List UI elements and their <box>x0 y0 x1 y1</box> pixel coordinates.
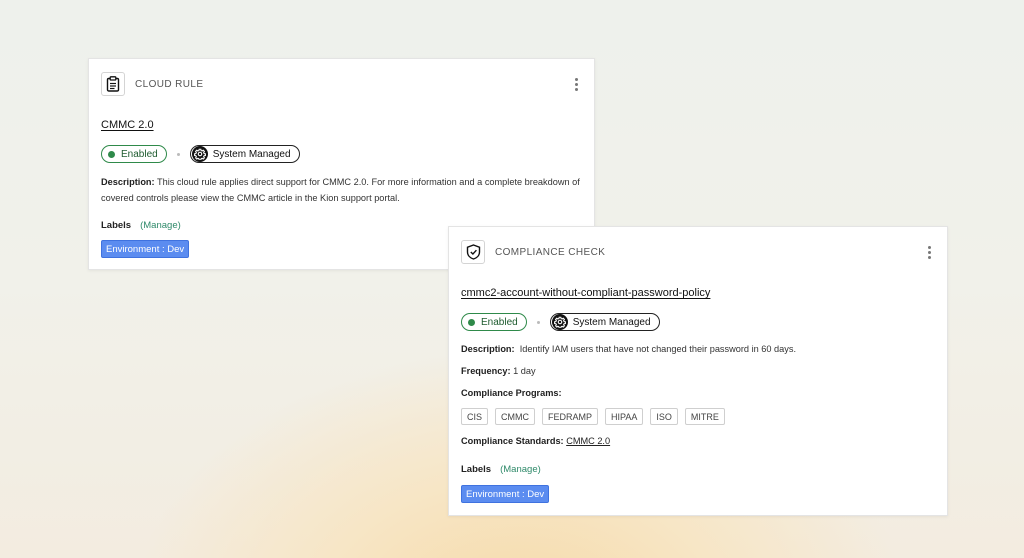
compliance-check-card: COMPLIANCE CHECK cmmc2-account-without-c… <box>448 226 948 516</box>
description: Description: Identify IAM users that hav… <box>461 341 933 357</box>
program-tag: CIS <box>461 408 489 425</box>
system-managed-badge: System Managed <box>549 313 660 331</box>
status-badges: Enabled System Managed <box>101 145 300 163</box>
program-tag: CMMC <box>495 408 536 425</box>
separator-dot <box>536 320 540 324</box>
frequency-value: 1 day <box>513 366 536 376</box>
system-managed-badge: System Managed <box>189 145 300 163</box>
kebab-menu-icon[interactable] <box>923 242 935 262</box>
description-text: Identify IAM users that have not changed… <box>519 344 797 354</box>
card-type-label: CLOUD RULE <box>135 78 204 90</box>
compliance-standards-label: Compliance Standards: <box>461 436 564 446</box>
compliance-programs-list: CIS CMMC FEDRAMP HIPAA ISO MITRE <box>461 408 725 425</box>
compliance-programs-label: Compliance Programs: <box>461 388 562 398</box>
program-tag: FEDRAMP <box>542 408 599 425</box>
enabled-label: Enabled <box>121 148 158 160</box>
description-text: This cloud rule applies direct support f… <box>101 177 580 203</box>
compliance-standard-link[interactable]: CMMC 2.0 <box>566 436 610 446</box>
compliance-check-title-link[interactable]: cmmc2-account-without-compliant-password… <box>461 287 710 299</box>
program-tag: ISO <box>650 408 678 425</box>
description-label: Description: <box>101 177 155 187</box>
environment-label-tag[interactable]: Environment : Dev <box>461 485 550 503</box>
shield-check-icon <box>461 240 485 264</box>
manage-labels-link[interactable]: (Manage) <box>500 464 541 475</box>
card-header: CLOUD RULE <box>101 71 582 97</box>
clipboard-icon <box>101 72 125 96</box>
compliance-programs-heading: Compliance Programs: <box>461 385 933 401</box>
frequency-label: Frequency: <box>461 366 511 376</box>
system-managed-label: System Managed <box>572 316 651 328</box>
enabled-badge: Enabled <box>101 145 167 163</box>
environment-label-tag[interactable]: Environment : Dev <box>101 240 190 258</box>
description: Description: This cloud rule applies dir… <box>101 174 580 206</box>
labels-row: Labels (Manage) <box>461 464 541 475</box>
labels-heading: Labels <box>461 464 492 475</box>
gear-icon <box>191 146 208 162</box>
program-tag: MITRE <box>684 408 725 425</box>
frequency: Frequency: 1 day <box>461 363 933 379</box>
enabled-label: Enabled <box>481 316 518 328</box>
card-header: COMPLIANCE CHECK <box>461 239 935 265</box>
compliance-standards: Compliance Standards: CMMC 2.0 <box>461 433 933 449</box>
system-managed-label: System Managed <box>212 148 291 160</box>
manage-labels-link[interactable]: (Manage) <box>140 220 181 231</box>
labels-heading: Labels <box>101 220 132 231</box>
program-tag: HIPAA <box>605 408 644 425</box>
gear-icon <box>551 314 568 330</box>
status-badges: Enabled System Managed <box>461 313 660 331</box>
description-label: Description: <box>461 344 515 354</box>
cloud-rule-title-link[interactable]: CMMC 2.0 <box>101 119 154 131</box>
kebab-menu-icon[interactable] <box>570 74 582 94</box>
separator-dot <box>176 152 180 156</box>
status-dot-icon <box>108 150 115 158</box>
card-type-label: COMPLIANCE CHECK <box>495 246 606 258</box>
status-dot-icon <box>468 318 475 326</box>
enabled-badge: Enabled <box>461 313 527 331</box>
labels-row: Labels (Manage) <box>101 220 181 231</box>
